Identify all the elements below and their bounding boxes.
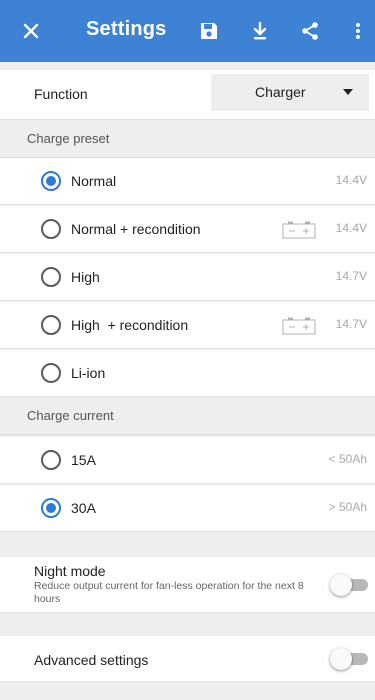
function-dropdown[interactable]: Charger bbox=[211, 74, 369, 111]
advanced-settings-toggle[interactable] bbox=[330, 648, 368, 670]
option-capacity: > 50Ah bbox=[328, 500, 367, 514]
battery-icon bbox=[282, 317, 316, 335]
radio-unselected-icon[interactable] bbox=[41, 267, 61, 287]
toggle-knob bbox=[330, 648, 352, 670]
night-mode-description: Reduce output current for fan-less opera… bbox=[34, 580, 304, 605]
option-label: Normal + recondition bbox=[71, 221, 201, 237]
charge-current-header: Charge current bbox=[0, 397, 375, 435]
option-voltage: 14.4V bbox=[335, 221, 367, 235]
charge-preset-header: Charge preset bbox=[0, 120, 375, 158]
option-voltage: 14.4V bbox=[335, 173, 367, 187]
option-label: 30A bbox=[71, 500, 96, 516]
night-mode-row: Night mode Reduce output current for fan… bbox=[0, 557, 375, 613]
radio-unselected-icon[interactable] bbox=[41, 363, 61, 383]
preset-option-high-recondition[interactable]: High + recondition 14.7V bbox=[0, 302, 375, 349]
save-icon[interactable] bbox=[196, 18, 222, 44]
radio-unselected-icon[interactable] bbox=[41, 219, 61, 239]
radio-unselected-icon[interactable] bbox=[41, 450, 61, 470]
function-label: Function bbox=[34, 86, 88, 102]
preset-option-li-ion[interactable]: Li-ion bbox=[0, 350, 375, 397]
advanced-settings-title: Advanced settings bbox=[34, 652, 149, 668]
option-voltage: 14.7V bbox=[335, 317, 367, 331]
night-mode-title: Night mode bbox=[34, 563, 106, 579]
option-label: High + recondition bbox=[71, 317, 189, 333]
section-title: Charge current bbox=[27, 408, 114, 423]
option-capacity: < 50Ah bbox=[328, 452, 367, 466]
radio-selected-icon[interactable] bbox=[41, 171, 61, 191]
preset-option-normal-recondition[interactable]: Normal + recondition 14.4V bbox=[0, 206, 375, 253]
preset-option-normal[interactable]: Normal 14.4V bbox=[0, 158, 375, 205]
close-icon[interactable] bbox=[18, 18, 44, 44]
share-icon[interactable] bbox=[297, 18, 323, 44]
app-bar: Settings bbox=[0, 0, 375, 62]
download-icon[interactable] bbox=[247, 18, 273, 44]
function-selected-value: Charger bbox=[255, 84, 306, 100]
option-label: Normal bbox=[71, 173, 117, 189]
option-label: Li-ion bbox=[71, 365, 106, 381]
advanced-settings-row: Advanced settings bbox=[0, 636, 375, 682]
option-voltage: 14.7V bbox=[335, 269, 367, 283]
section-title: Charge preset bbox=[27, 131, 110, 146]
option-label: High bbox=[71, 269, 100, 285]
preset-option-high[interactable]: High 14.7V bbox=[0, 254, 375, 301]
night-mode-toggle[interactable] bbox=[330, 574, 368, 596]
radio-selected-icon[interactable] bbox=[41, 498, 61, 518]
radio-unselected-icon[interactable] bbox=[41, 315, 61, 335]
current-option-15a[interactable]: 15A < 50Ah bbox=[0, 437, 375, 484]
current-option-30a[interactable]: 30A > 50Ah bbox=[0, 485, 375, 532]
battery-icon bbox=[282, 221, 316, 239]
toggle-knob bbox=[330, 574, 352, 596]
option-label: 15A bbox=[71, 452, 96, 468]
more-vert-icon[interactable] bbox=[345, 18, 371, 44]
page-title: Settings bbox=[86, 18, 167, 40]
chevron-down-icon bbox=[343, 89, 353, 95]
